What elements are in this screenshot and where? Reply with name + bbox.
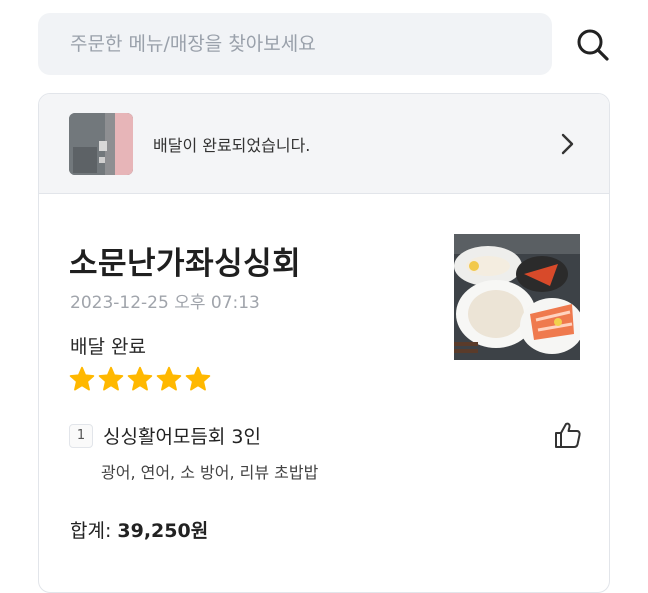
star-icon [127,366,153,391]
star-icon [156,366,182,391]
search-icon [577,29,609,61]
star-icon [69,366,95,391]
delivery-status-banner[interactable]: 배달이 완료되었습니다. [39,94,609,194]
order-status: 배달 완료 [70,336,146,358]
search-bar[interactable] [38,13,552,75]
store-food-image [454,234,580,360]
order-date: 2023-12-25 오후 07:13 [70,293,260,313]
item-quantity: 1 [69,423,93,448]
thumbs-up-icon [555,422,581,448]
delivery-status-message: 배달이 완료되었습니다. [153,135,311,155]
like-button[interactable] [553,420,583,450]
star-icon [185,366,211,391]
store-name[interactable]: 소문난가좌싱싱회 [69,238,301,283]
order-total: 합계: 39,250원 [70,516,208,543]
delivery-photo-thumbnail [69,112,133,175]
star-icon [98,366,124,391]
search-input[interactable] [68,32,522,56]
total-amount: 39,250원 [117,520,209,542]
total-label: 합계: [70,520,112,542]
chevron-right-icon [561,133,574,154]
item-options: 광어, 연어, 소 방어, 리뷰 초밥밥 [101,463,319,482]
order-card: 배달이 완료되었습니다. 소문난가좌싱싱회 2023-12-25 오후 07:1… [38,93,610,593]
star-rating [69,366,211,392]
item-name: 싱싱활어모듬회 3인 [103,426,261,448]
order-item: 1 싱싱활어모듬회 3인 [69,422,261,449]
search-button[interactable] [572,24,614,66]
